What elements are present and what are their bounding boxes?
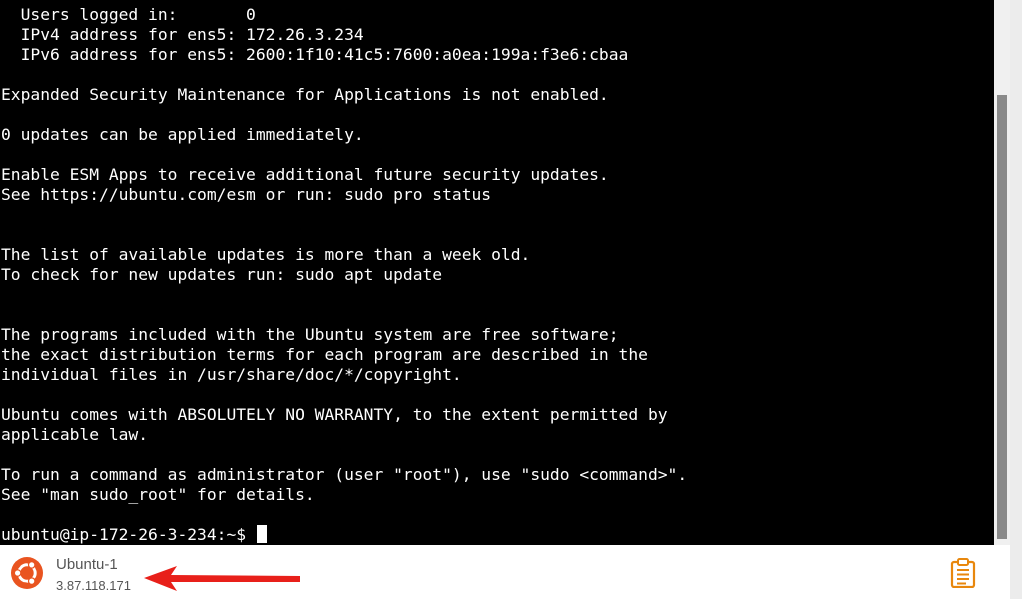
text-cursor	[257, 525, 268, 543]
instance-ip-address: 3.87.118.171	[56, 578, 131, 593]
scrollbar-thumb[interactable]	[997, 95, 1007, 539]
instance-name: Ubuntu-1	[56, 556, 118, 573]
terminal-line: See https://ubuntu.com/esm or run: sudo …	[1, 185, 492, 204]
terminal-line: The programs included with the Ubuntu sy…	[1, 325, 619, 344]
terminal-line: 0 updates can be applied immediately.	[1, 125, 364, 144]
terminal-line: applicable law.	[1, 425, 149, 444]
terminal-line: To check for new updates run: sudo apt u…	[1, 265, 443, 284]
terminal-scrollbar[interactable]	[994, 0, 1010, 545]
terminal-line: To run a command as administrator (user …	[1, 465, 688, 484]
terminal-line: IPv4 address for ens5: 172.26.3.234	[1, 25, 364, 44]
terminal-line: Ubuntu comes with ABSOLUTELY NO WARRANTY…	[1, 405, 668, 424]
terminal-line: Users logged in: 0	[1, 5, 256, 24]
terminal-window[interactable]: Processes: 157 Users logged in: 0 IPv4 a…	[0, 0, 994, 545]
terminal-output: Processes: 157 Users logged in: 0 IPv4 a…	[1, 0, 687, 525]
instance-footer: Ubuntu-1 3.87.118.171	[0, 545, 1010, 599]
terminal-line: See "man sudo_root" for details.	[1, 485, 315, 504]
terminal-line: individual files in /usr/share/doc/*/cop…	[1, 365, 462, 384]
ubuntu-logo-icon	[11, 557, 43, 589]
terminal-line: IPv6 address for ens5: 2600:1f10:41c5:76…	[1, 45, 629, 64]
terminal-line: The list of available updates is more th…	[1, 245, 531, 264]
window-edge	[1010, 0, 1022, 599]
red-arrow-icon	[144, 566, 300, 591]
terminal-line: Expanded Security Maintenance for Applic…	[1, 85, 609, 104]
terminal-line: the exact distribution terms for each pr…	[1, 345, 648, 364]
terminal-line: Enable ESM Apps to receive additional fu…	[1, 165, 609, 184]
shell-prompt: ubuntu@ip-172-26-3-234:~$	[1, 525, 247, 544]
clipboard-icon[interactable]	[950, 558, 976, 588]
terminal-prompt-line[interactable]: ubuntu@ip-172-26-3-234:~$	[1, 525, 268, 545]
